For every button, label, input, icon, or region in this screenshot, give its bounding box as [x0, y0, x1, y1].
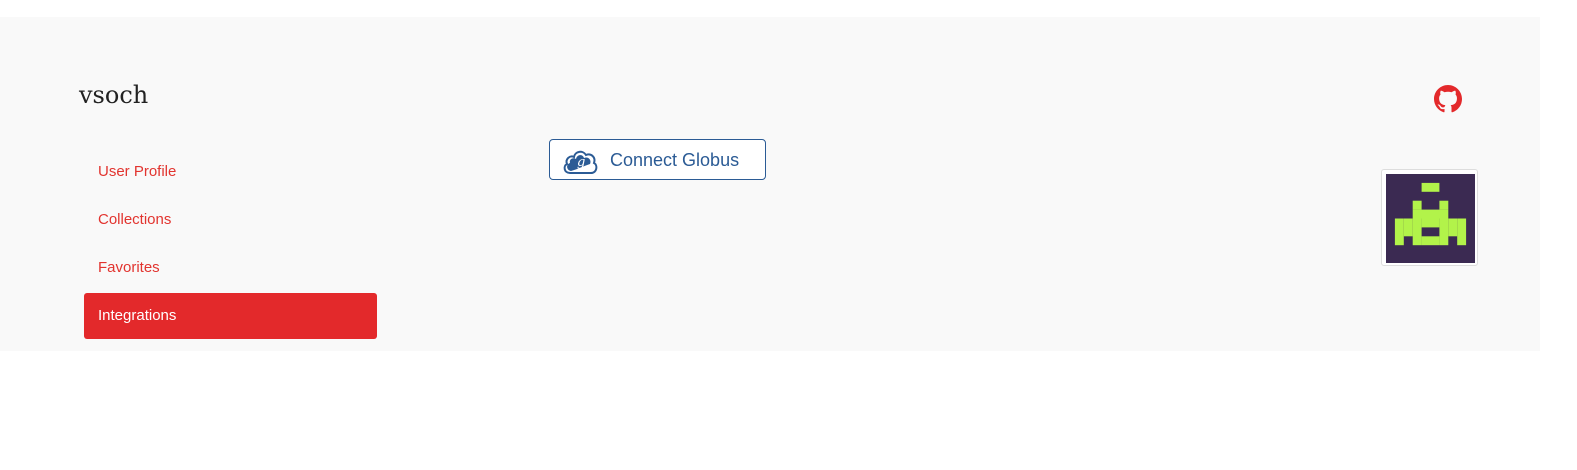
username-heading: vsoch — [79, 81, 149, 109]
connect-globus-button[interactable]: g Connect Globus — [549, 139, 766, 180]
connect-globus-label: Connect Globus — [610, 150, 740, 170]
profile-panel: vsoch User Profile Collections Favorites… — [0, 17, 1540, 351]
profile-nav: User Profile Collections Favorites Integ… — [84, 149, 377, 341]
nav-item-integrations[interactable]: Integrations — [84, 293, 377, 339]
nav-item-user-profile[interactable]: User Profile — [84, 149, 377, 195]
avatar — [1381, 169, 1478, 266]
github-icon[interactable] — [1434, 85, 1462, 113]
nav-item-favorites[interactable]: Favorites — [84, 245, 377, 291]
svg-text:g: g — [577, 155, 585, 170]
globus-cloud-icon: g — [562, 147, 598, 177]
space-invader-avatar — [1386, 174, 1475, 263]
nav-item-collections[interactable]: Collections — [84, 197, 377, 243]
github-icon-glyph — [1434, 85, 1462, 113]
